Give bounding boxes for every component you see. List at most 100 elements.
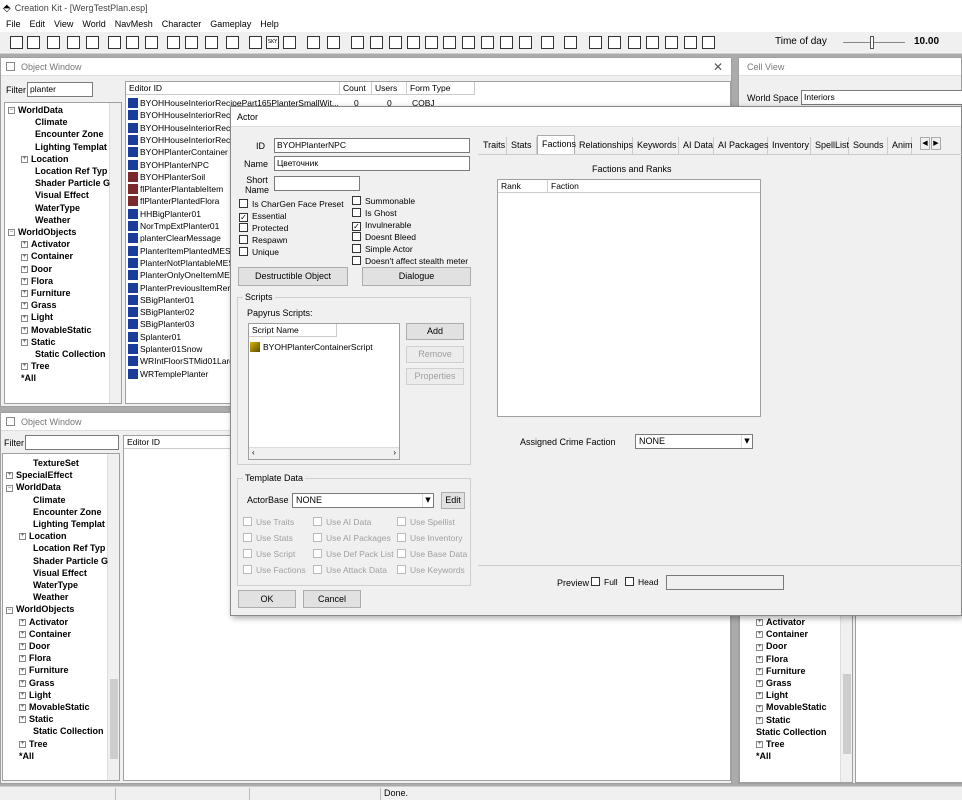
full-checkbox[interactable]: Full <box>591 577 618 588</box>
flag-checkbox[interactable]: Use Spellist <box>397 517 455 528</box>
tree-item[interactable]: + Tree <box>19 738 48 750</box>
expand-icon[interactable]: + <box>19 691 26 699</box>
remove-script-button[interactable]: Remove <box>406 346 464 363</box>
short-name-field[interactable] <box>274 176 360 191</box>
expand-icon[interactable]: + <box>21 290 28 298</box>
expand-icon[interactable]: + <box>19 679 26 687</box>
head-checkbox[interactable]: Head <box>625 577 658 588</box>
expand-icon[interactable]: + <box>19 716 26 724</box>
tree-item[interactable]: + Grass <box>21 299 57 311</box>
flag-checkbox[interactable]: Use Traits <box>243 517 294 528</box>
menu-gameplay[interactable]: Gameplay <box>210 19 251 29</box>
flag-checkbox[interactable]: ✓ Invulnerable <box>352 220 411 231</box>
cell-object-list[interactable] <box>855 613 962 783</box>
toolbar-button-icon[interactable] <box>564 36 577 49</box>
menu-view[interactable]: View <box>54 19 73 29</box>
tab-spelllist[interactable]: SpellList <box>811 137 849 154</box>
expand-icon[interactable]: + <box>19 740 26 748</box>
tree-item[interactable]: + Container <box>756 628 808 640</box>
tab-scroll-right-icon[interactable]: ▶ <box>931 137 941 150</box>
flag-checkbox[interactable]: Use Attack Data <box>313 565 387 576</box>
toolbar-button-icon[interactable] <box>167 36 180 49</box>
flag-checkbox[interactable]: Doesn't affect stealth meter <box>352 256 468 267</box>
cancel-button[interactable]: Cancel <box>303 590 361 608</box>
flag-checkbox[interactable]: Simple Actor <box>352 244 413 255</box>
tree-item[interactable]: *All <box>756 750 771 762</box>
flag-checkbox[interactable]: Unique <box>239 247 279 258</box>
tree-item[interactable]: Static Collection <box>33 725 104 737</box>
tree-item[interactable]: Visual Effect <box>33 567 87 579</box>
col-count[interactable]: Count <box>340 82 372 95</box>
flag-checkbox[interactable]: Use Stats <box>243 533 293 544</box>
menu-file[interactable]: File <box>6 19 21 29</box>
menu-navmesh[interactable]: NavMesh <box>115 19 153 29</box>
tree-item[interactable]: Visual Effect <box>35 189 89 201</box>
tab-ai-data[interactable]: AI Data <box>679 137 714 154</box>
flag-checkbox[interactable]: Use AI Data <box>313 517 371 528</box>
toolbar-button-icon[interactable] <box>327 36 340 49</box>
tree-item[interactable]: Shader Particle G <box>35 177 110 189</box>
expand-icon[interactable]: + <box>19 667 26 675</box>
col-faction[interactable]: Faction <box>548 180 760 193</box>
category-tree[interactable]: − WorldData Climate Encounter Zone Lighting … <box>4 102 122 404</box>
tree-item[interactable]: + Container <box>21 250 73 262</box>
tree-item[interactable]: + Grass <box>19 677 55 689</box>
expand-icon[interactable]: + <box>21 363 28 371</box>
tab-inventory[interactable]: Inventory <box>768 137 811 154</box>
tree-item[interactable]: + Door <box>19 640 50 652</box>
tab-factions[interactable]: Factions <box>537 135 576 154</box>
filter-input[interactable]: planter <box>27 82 93 97</box>
tree-item[interactable]: + Light <box>19 689 51 701</box>
tree-item[interactable]: + Light <box>21 311 53 323</box>
tree-item[interactable]: TextureSet <box>33 457 79 469</box>
tree-item[interactable]: + Grass <box>756 677 792 689</box>
expand-icon[interactable]: + <box>756 680 763 688</box>
flag-checkbox[interactable]: Is CharGen Face Preset <box>239 199 344 210</box>
toolbar-button-icon[interactable] <box>608 36 621 49</box>
tree-scrollbar[interactable] <box>109 103 121 403</box>
filter-input[interactable] <box>25 435 119 450</box>
scroll-thumb[interactable] <box>843 674 851 754</box>
tab-keywords[interactable]: Keywords <box>633 137 679 154</box>
flag-checkbox[interactable]: Use Inventory <box>397 533 462 544</box>
tree-item[interactable]: Shader Particle G <box>33 555 108 567</box>
expand-icon[interactable]: + <box>756 692 763 700</box>
flag-checkbox[interactable]: Is Ghost <box>352 208 397 219</box>
flag-checkbox[interactable]: Protected <box>239 223 288 234</box>
expand-icon[interactable]: + <box>21 277 28 285</box>
tree-item[interactable]: + Flora <box>19 652 51 664</box>
tree-item[interactable]: *All <box>19 750 34 762</box>
tab-traits[interactable]: Traits <box>479 137 507 154</box>
toolbar-button-icon[interactable] <box>126 36 139 49</box>
time-of-day-slider-thumb[interactable] <box>870 36 874 49</box>
tree-item[interactable]: + Flora <box>756 653 788 665</box>
tree-item[interactable]: + Furniture <box>21 287 71 299</box>
tree-item[interactable]: + Static <box>756 714 791 726</box>
toolbar-button-icon[interactable] <box>205 36 218 49</box>
toolbar-button-icon[interactable] <box>702 36 715 49</box>
col-rank[interactable]: Rank <box>498 180 548 193</box>
toolbar-button-icon[interactable] <box>370 36 383 49</box>
tree-item[interactable]: WaterType <box>35 202 80 214</box>
tree-item[interactable]: Climate <box>33 494 66 506</box>
tree-item[interactable]: + Static <box>19 713 54 725</box>
tree-item[interactable]: + Door <box>21 263 52 275</box>
tree-item[interactable]: + Static <box>21 336 56 348</box>
id-field[interactable]: BYOHPlanterNPC <box>274 138 470 153</box>
expand-icon[interactable]: + <box>756 741 763 749</box>
tree-item[interactable]: − WorldObjects <box>6 603 74 615</box>
toolbar-button-icon[interactable] <box>462 36 475 49</box>
flag-checkbox[interactable]: Use Factions <box>243 565 306 576</box>
tree-item[interactable]: Encounter Zone <box>33 506 102 518</box>
tree-item[interactable]: + Tree <box>21 360 50 372</box>
toolbar-button-icon[interactable] <box>541 36 554 49</box>
expand-icon[interactable]: + <box>756 655 763 663</box>
actorbase-select[interactable]: NONE ▼ <box>292 493 434 508</box>
toolbar-button-icon[interactable] <box>481 36 494 49</box>
toolbar-button-icon[interactable] <box>425 36 438 49</box>
expand-icon[interactable]: + <box>19 618 26 626</box>
collapse-icon[interactable]: − <box>8 107 15 115</box>
tree-item[interactable]: + SpecialEffect <box>6 469 73 481</box>
expand-icon[interactable]: + <box>21 253 28 261</box>
preview-field[interactable] <box>666 575 784 590</box>
